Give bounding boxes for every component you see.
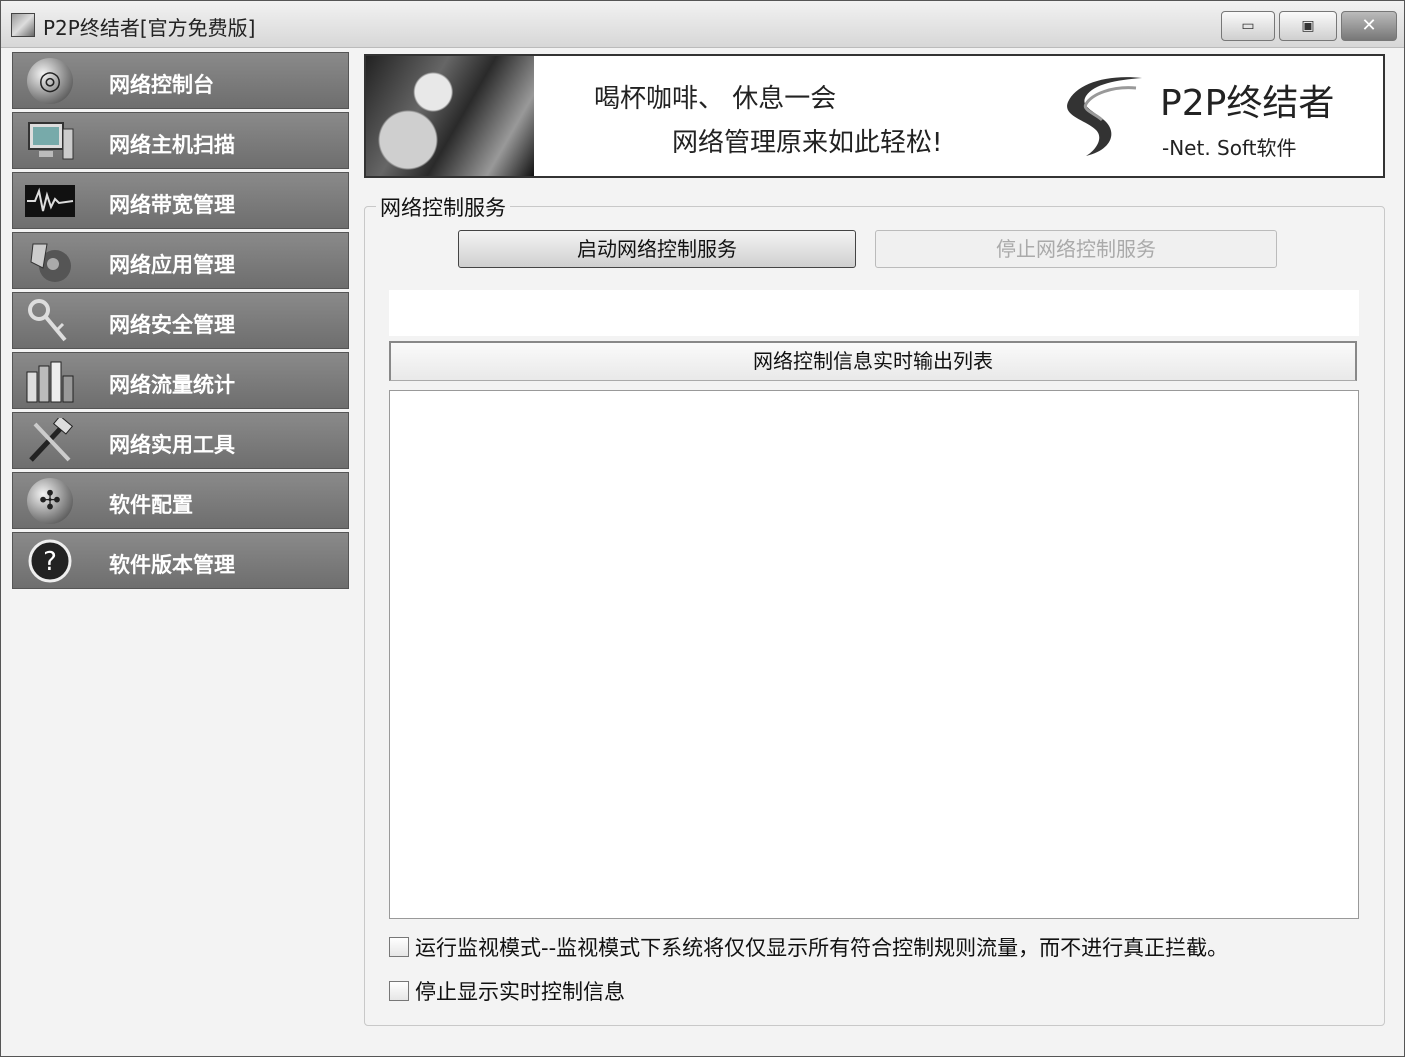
computer-icon [23,118,77,164]
stop-service-button[interactable]: 停止网络控制服务 [875,230,1277,268]
sidebar-item-label: 网络应用管理 [109,252,235,277]
stop-display-label: 停止显示实时控制信息 [415,980,625,1004]
sidebar-item-bandwidth[interactable]: 网络带宽管理 [12,172,349,229]
svg-text:?: ? [43,547,57,577]
sidebar-item-version[interactable]: ? 软件版本管理 [12,532,349,589]
start-service-button[interactable]: 启动网络控制服务 [458,230,856,268]
sidebar-item-traffic-stats[interactable]: 网络流量统计 [12,352,349,409]
apps-icon [23,238,77,284]
waveform-icon [23,178,77,224]
config-icon: ✣ [23,478,77,524]
close-button[interactable]: ✕ [1341,11,1397,41]
sidebar-item-label: 网络实用工具 [109,432,235,457]
monitor-mode-label: 运行监视模式--监视模式下系统将仅仅显示所有符合控制规则流量，而不进行真正拦截。 [415,936,1229,960]
brand-subtitle: -Net. Soft软件 [1162,136,1297,160]
sidebar-item-label: 网络安全管理 [109,312,235,337]
tools-icon [23,418,77,464]
sidebar-item-label: 软件版本管理 [109,552,235,577]
sidebar-item-console[interactable]: ◎ 网络控制台 [12,52,349,109]
monitor-mode-checkbox[interactable] [389,937,409,957]
sidebar-item-label: 软件配置 [109,492,193,517]
sidebar-item-app-manage[interactable]: 网络应用管理 [12,232,349,289]
sidebar-item-security[interactable]: 网络安全管理 [12,292,349,349]
title-bar[interactable]: P2P终结者[官方免费版] ▭ ▣ ✕ [1,1,1404,48]
help-icon: ? [23,538,77,584]
sidebar-item-label: 网络流量统计 [109,372,235,397]
minimize-button[interactable]: ▭ [1221,11,1275,41]
sidebar-item-host-scan[interactable]: 网络主机扫描 [12,112,349,169]
app-icon[interactable] [11,13,35,37]
keys-icon [23,298,77,344]
coffee-photo [366,56,534,176]
maximize-button[interactable]: ▣ [1279,11,1337,41]
swirl-logo-icon [1067,77,1142,156]
banner-tagline-2: 网络管理原来如此轻松! [672,128,943,158]
sidebar-item-label: 网络控制台 [109,72,214,97]
window-title: P2P终结者[官方免费版] [43,16,256,40]
sidebar-nav: ◎ 网络控制台 网络主机扫描 网络带宽管理 网络应用管理 网络安全管理 网络流量… [12,52,349,592]
output-list-header[interactable]: 网络控制信息实时输出列表 [389,341,1357,381]
monitor-mode-checkbox-row[interactable]: 运行监视模式--监视模式下系统将仅仅显示所有符合控制规则流量，而不进行真正拦截。 [389,932,1228,962]
stop-display-checkbox[interactable] [389,981,409,1001]
output-list[interactable] [389,390,1359,919]
stop-display-checkbox-row[interactable]: 停止显示实时控制信息 [389,976,625,1006]
sidebar-item-label: 网络带宽管理 [109,192,235,217]
service-group-title: 网络控制服务 [376,192,510,222]
bar-chart-icon [23,358,77,404]
banner-tagline-1: 喝杯咖啡、 休息一会 [594,84,837,114]
sidebar-item-config[interactable]: ✣ 软件配置 [12,472,349,529]
brand-name: P2P终结者 [1160,83,1335,124]
sidebar-item-tools[interactable]: 网络实用工具 [12,412,349,469]
banner: 喝杯咖啡、 休息一会 网络管理原来如此轻松! P2P终结者 -Net. Soft… [364,54,1385,178]
sidebar-item-label: 网络主机扫描 [109,132,235,157]
status-display [389,290,1359,336]
globe-icon: ◎ [23,58,77,104]
